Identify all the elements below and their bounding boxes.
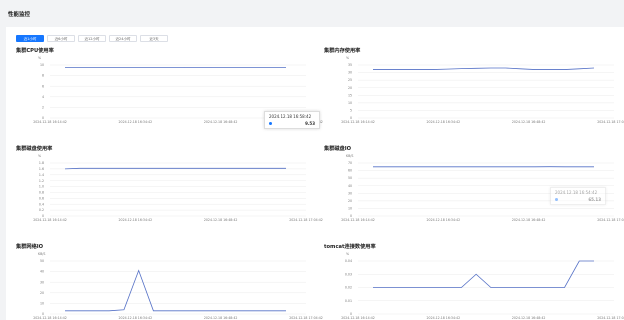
tomcat-chart: %00.010.020.030.042024.12.18 16:14:42 202… — [341, 252, 624, 320]
series-dot-icon — [555, 198, 558, 201]
y-tick-label: 0.04 — [345, 259, 352, 263]
cpu-tooltip: 2024.12.18 16:58:42 9.53 — [264, 111, 320, 129]
x-tick-label: 2024.12.18 16:14:42 — [341, 316, 375, 320]
y-axis-unit: % — [346, 252, 349, 256]
disk-io-tooltip: 2024.12.18 16:54:42 65.13 — [550, 187, 606, 205]
x-tick-label: 2024.12.18 16:48:42 — [512, 316, 546, 320]
x-tick-label: 2024.12.18 16:34:42 — [427, 316, 461, 320]
y-tick-label: 0.03 — [345, 272, 352, 276]
x-tick-label: 2024.12.18 17:04:42 — [597, 316, 624, 320]
disk-io-tooltip-value: 65.13 — [588, 197, 601, 202]
y-tick-label: 0.02 — [345, 286, 352, 290]
cpu-tooltip-value: 9.53 — [305, 121, 315, 126]
monitor-panel: 近1小时 近6小时 近12小时 近24小时 近3天 集群CPU使用率 % 0 2 4 6… — [6, 27, 624, 320]
y-tick-label: 0.01 — [345, 299, 352, 303]
disk-io-tooltip-time: 2024.12.18 16:54:42 — [555, 190, 598, 195]
cpu-tooltip-time: 2024.12.18 16:58:42 — [269, 114, 312, 119]
series-dot-icon — [269, 122, 272, 125]
page-title: 性能监控 — [8, 12, 31, 18]
header: 性能监控 — [0, 0, 624, 26]
